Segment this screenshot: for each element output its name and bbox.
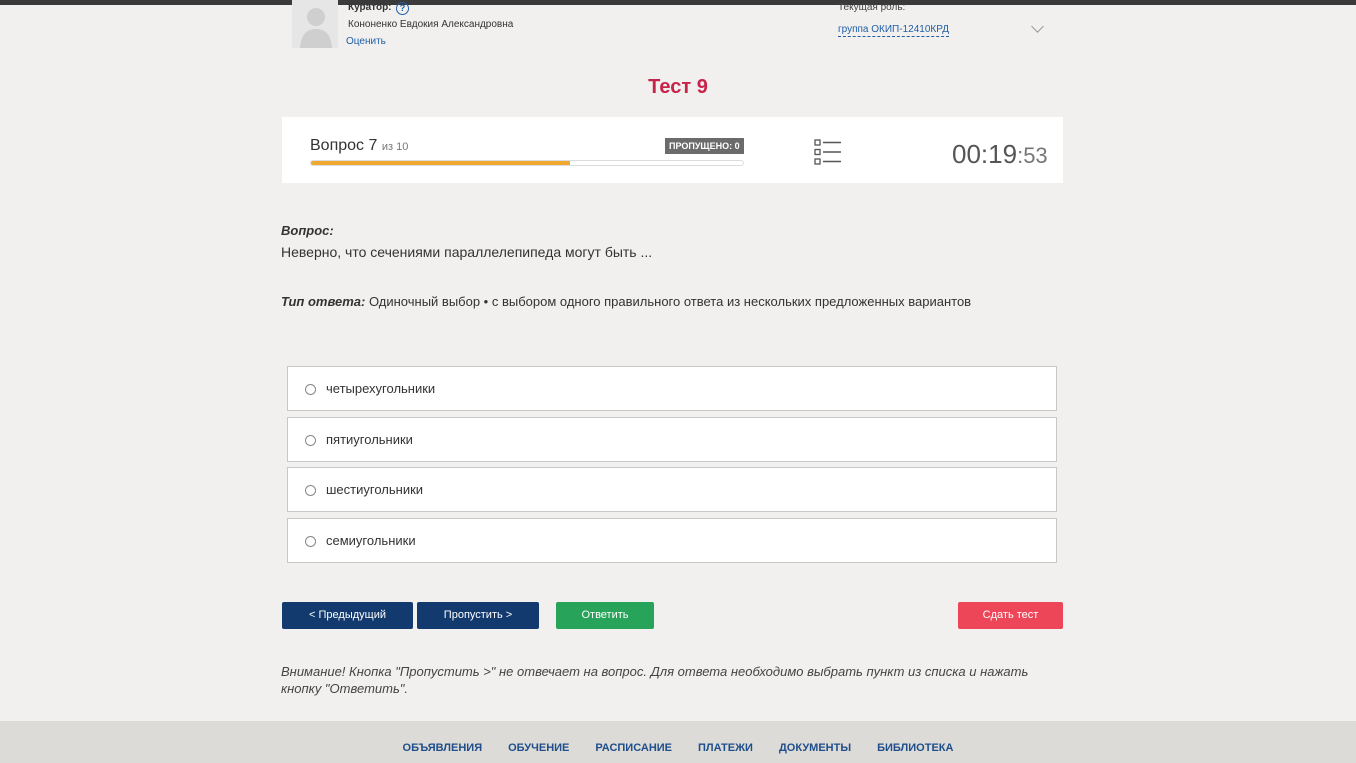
- footer-link-announcements[interactable]: ОБЪЯВЛЕНИЯ: [403, 742, 483, 754]
- answer-option[interactable]: шестиугольники: [287, 467, 1057, 512]
- radio-button[interactable]: [305, 485, 316, 496]
- footer-nav: ОБЪЯВЛЕНИЯ ОБУЧЕНИЕ РАСПИСАНИЕ ПЛАТЕЖИ Д…: [0, 742, 1356, 754]
- help-icon[interactable]: ?: [396, 2, 409, 15]
- notice-text: Внимание! Кнопка "Пропустить >" не отвеч…: [281, 664, 1029, 696]
- footer-link-library[interactable]: БИБЛИОТЕКА: [877, 742, 953, 754]
- answer-type-value: Одиночный выбор • с выбором одного прави…: [365, 294, 972, 309]
- question-text: Неверно, что сечениями параллелепипеда м…: [281, 244, 653, 260]
- answer-option-label: четырехугольники: [326, 381, 436, 396]
- answer-type: Тип ответа: Одиночный выбор • с выбором …: [281, 294, 971, 309]
- timer-seconds: :53: [1017, 143, 1048, 168]
- answer-button[interactable]: Ответить: [556, 602, 654, 629]
- question-list-icon[interactable]: [814, 139, 842, 165]
- answer-option[interactable]: семиугольники: [287, 518, 1057, 563]
- progress-fill: [311, 161, 571, 165]
- timer: 00:19:53: [952, 139, 1048, 170]
- footer-link-documents[interactable]: ДОКУМЕНТЫ: [779, 742, 851, 754]
- radio-button[interactable]: [305, 384, 316, 395]
- test-title: Тест 9: [648, 76, 708, 98]
- footer-link-education[interactable]: ОБУЧЕНИЕ: [508, 742, 569, 754]
- answer-option[interactable]: четырехугольники: [287, 366, 1057, 411]
- footer: ОБЪЯВЛЕНИЯ ОБУЧЕНИЕ РАСПИСАНИЕ ПЛАТЕЖИ Д…: [0, 721, 1356, 763]
- question-number: Вопрос 7: [310, 137, 378, 154]
- answer-option-label: семиугольники: [326, 533, 416, 548]
- skip-button[interactable]: Пропустить >: [417, 602, 539, 629]
- skipped-badge: ПРОПУЩЕНО: 0: [665, 138, 744, 154]
- progress-bar: [310, 160, 744, 166]
- submit-test-button[interactable]: Сдать тест: [958, 602, 1063, 629]
- previous-button[interactable]: < Предыдущий: [282, 602, 413, 629]
- radio-button[interactable]: [305, 536, 316, 547]
- test-progress-card: Вопрос 7 из 10 ПРОПУЩЕНО: 0 00:19:53: [282, 117, 1063, 183]
- footer-link-schedule[interactable]: РАСПИСАНИЕ: [595, 742, 672, 754]
- rate-curator-link[interactable]: Оценить: [346, 36, 386, 47]
- answer-option-label: шестиугольники: [326, 482, 424, 497]
- footer-link-payments[interactable]: ПЛАТЕЖИ: [698, 742, 753, 754]
- role-selector[interactable]: группа ОКИП-12410КРД: [838, 23, 949, 37]
- curator-name: Кононенко Евдокия Александровна: [348, 19, 514, 30]
- question-heading: Вопрос:: [281, 223, 334, 238]
- chevron-down-icon[interactable]: [1031, 20, 1044, 33]
- timer-main: 00:19: [952, 139, 1018, 169]
- answer-option-label: пятиугольники: [326, 432, 413, 447]
- role-label: Текущая роль:: [838, 2, 906, 13]
- question-counter: Вопрос 7 из 10: [310, 137, 408, 155]
- question-total: из 10: [381, 141, 409, 153]
- top-bar: [0, 0, 1356, 5]
- radio-button[interactable]: [305, 435, 316, 446]
- answer-type-label: Тип ответа:: [281, 294, 366, 309]
- curator-label: Куратор:: [348, 2, 392, 13]
- curator-avatar: [292, 0, 338, 48]
- answer-option[interactable]: пятиугольники: [287, 417, 1057, 462]
